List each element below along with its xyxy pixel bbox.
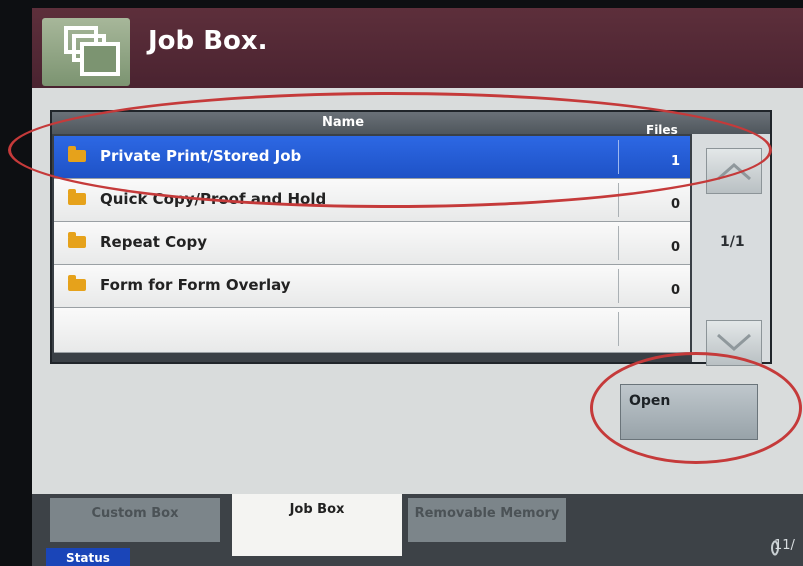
column-divider [618,312,619,346]
tab-removable-memory[interactable]: Removable Memory [408,498,566,542]
tab-custom-box[interactable]: Custom Box [50,498,220,542]
list-item-label: Form for Form Overlay [100,276,291,294]
column-divider [618,226,619,260]
chevron-down-icon [717,333,751,351]
list-item-form-overlay[interactable]: Form for Form Overlay 0 [54,265,690,308]
list-item-file-count: 1 [670,154,680,169]
column-divider [618,269,619,303]
list-item-file-count: 0 [670,197,680,212]
page-indicator: 1/1 [720,234,745,250]
chevron-up-icon [717,163,751,181]
scroll-down-button[interactable] [706,320,762,366]
list-item-label: Private Print/Stored Job [100,147,302,165]
list-item-private-print[interactable]: Private Print/Stored Job 1 [54,136,690,179]
list-item-repeat-copy[interactable]: Repeat Copy 0 [54,222,690,265]
device-screen: Job Box. Name Files Private Print/Stored… [32,8,803,566]
job-box-list: Name Files Private Print/Stored Job 1 Qu… [50,110,772,366]
status-button[interactable]: Status [46,548,130,566]
footer-date: 11/ [774,538,795,553]
folder-icon [68,189,86,205]
folder-icon [68,232,86,248]
job-box-icon [42,18,130,86]
tab-label: Removable Memory [414,506,560,521]
scroll-column: 1/1 [692,134,770,366]
list-item-quick-copy[interactable]: Quick Copy/Proof and Hold 0 [54,179,690,222]
list-item-label: Repeat Copy [100,233,207,251]
list-item-file-count: 0 [670,283,680,298]
column-divider [618,183,619,217]
folder-icon [68,275,86,291]
list-item-file-count: 0 [670,240,680,255]
header-bar: Job Box. [32,8,803,88]
page-title: Job Box. [148,26,268,56]
tab-bar: Custom Box Job Box Removable Memory [32,494,803,566]
folder-icon [68,146,86,162]
column-divider [618,140,619,174]
scroll-up-button[interactable] [706,148,762,194]
tab-label: Job Box [289,502,345,517]
list-item-label: Quick Copy/Proof and Hold [100,190,327,208]
tab-job-box[interactable]: Job Box [232,494,402,556]
list-header: Name Files [52,112,770,137]
tab-label: Custom Box [91,506,179,521]
open-button-label: Open [629,393,671,409]
open-button[interactable]: Open [620,384,758,440]
column-header-files: Files [646,123,678,137]
column-header-name: Name [322,115,365,130]
list-item-empty [54,308,690,353]
